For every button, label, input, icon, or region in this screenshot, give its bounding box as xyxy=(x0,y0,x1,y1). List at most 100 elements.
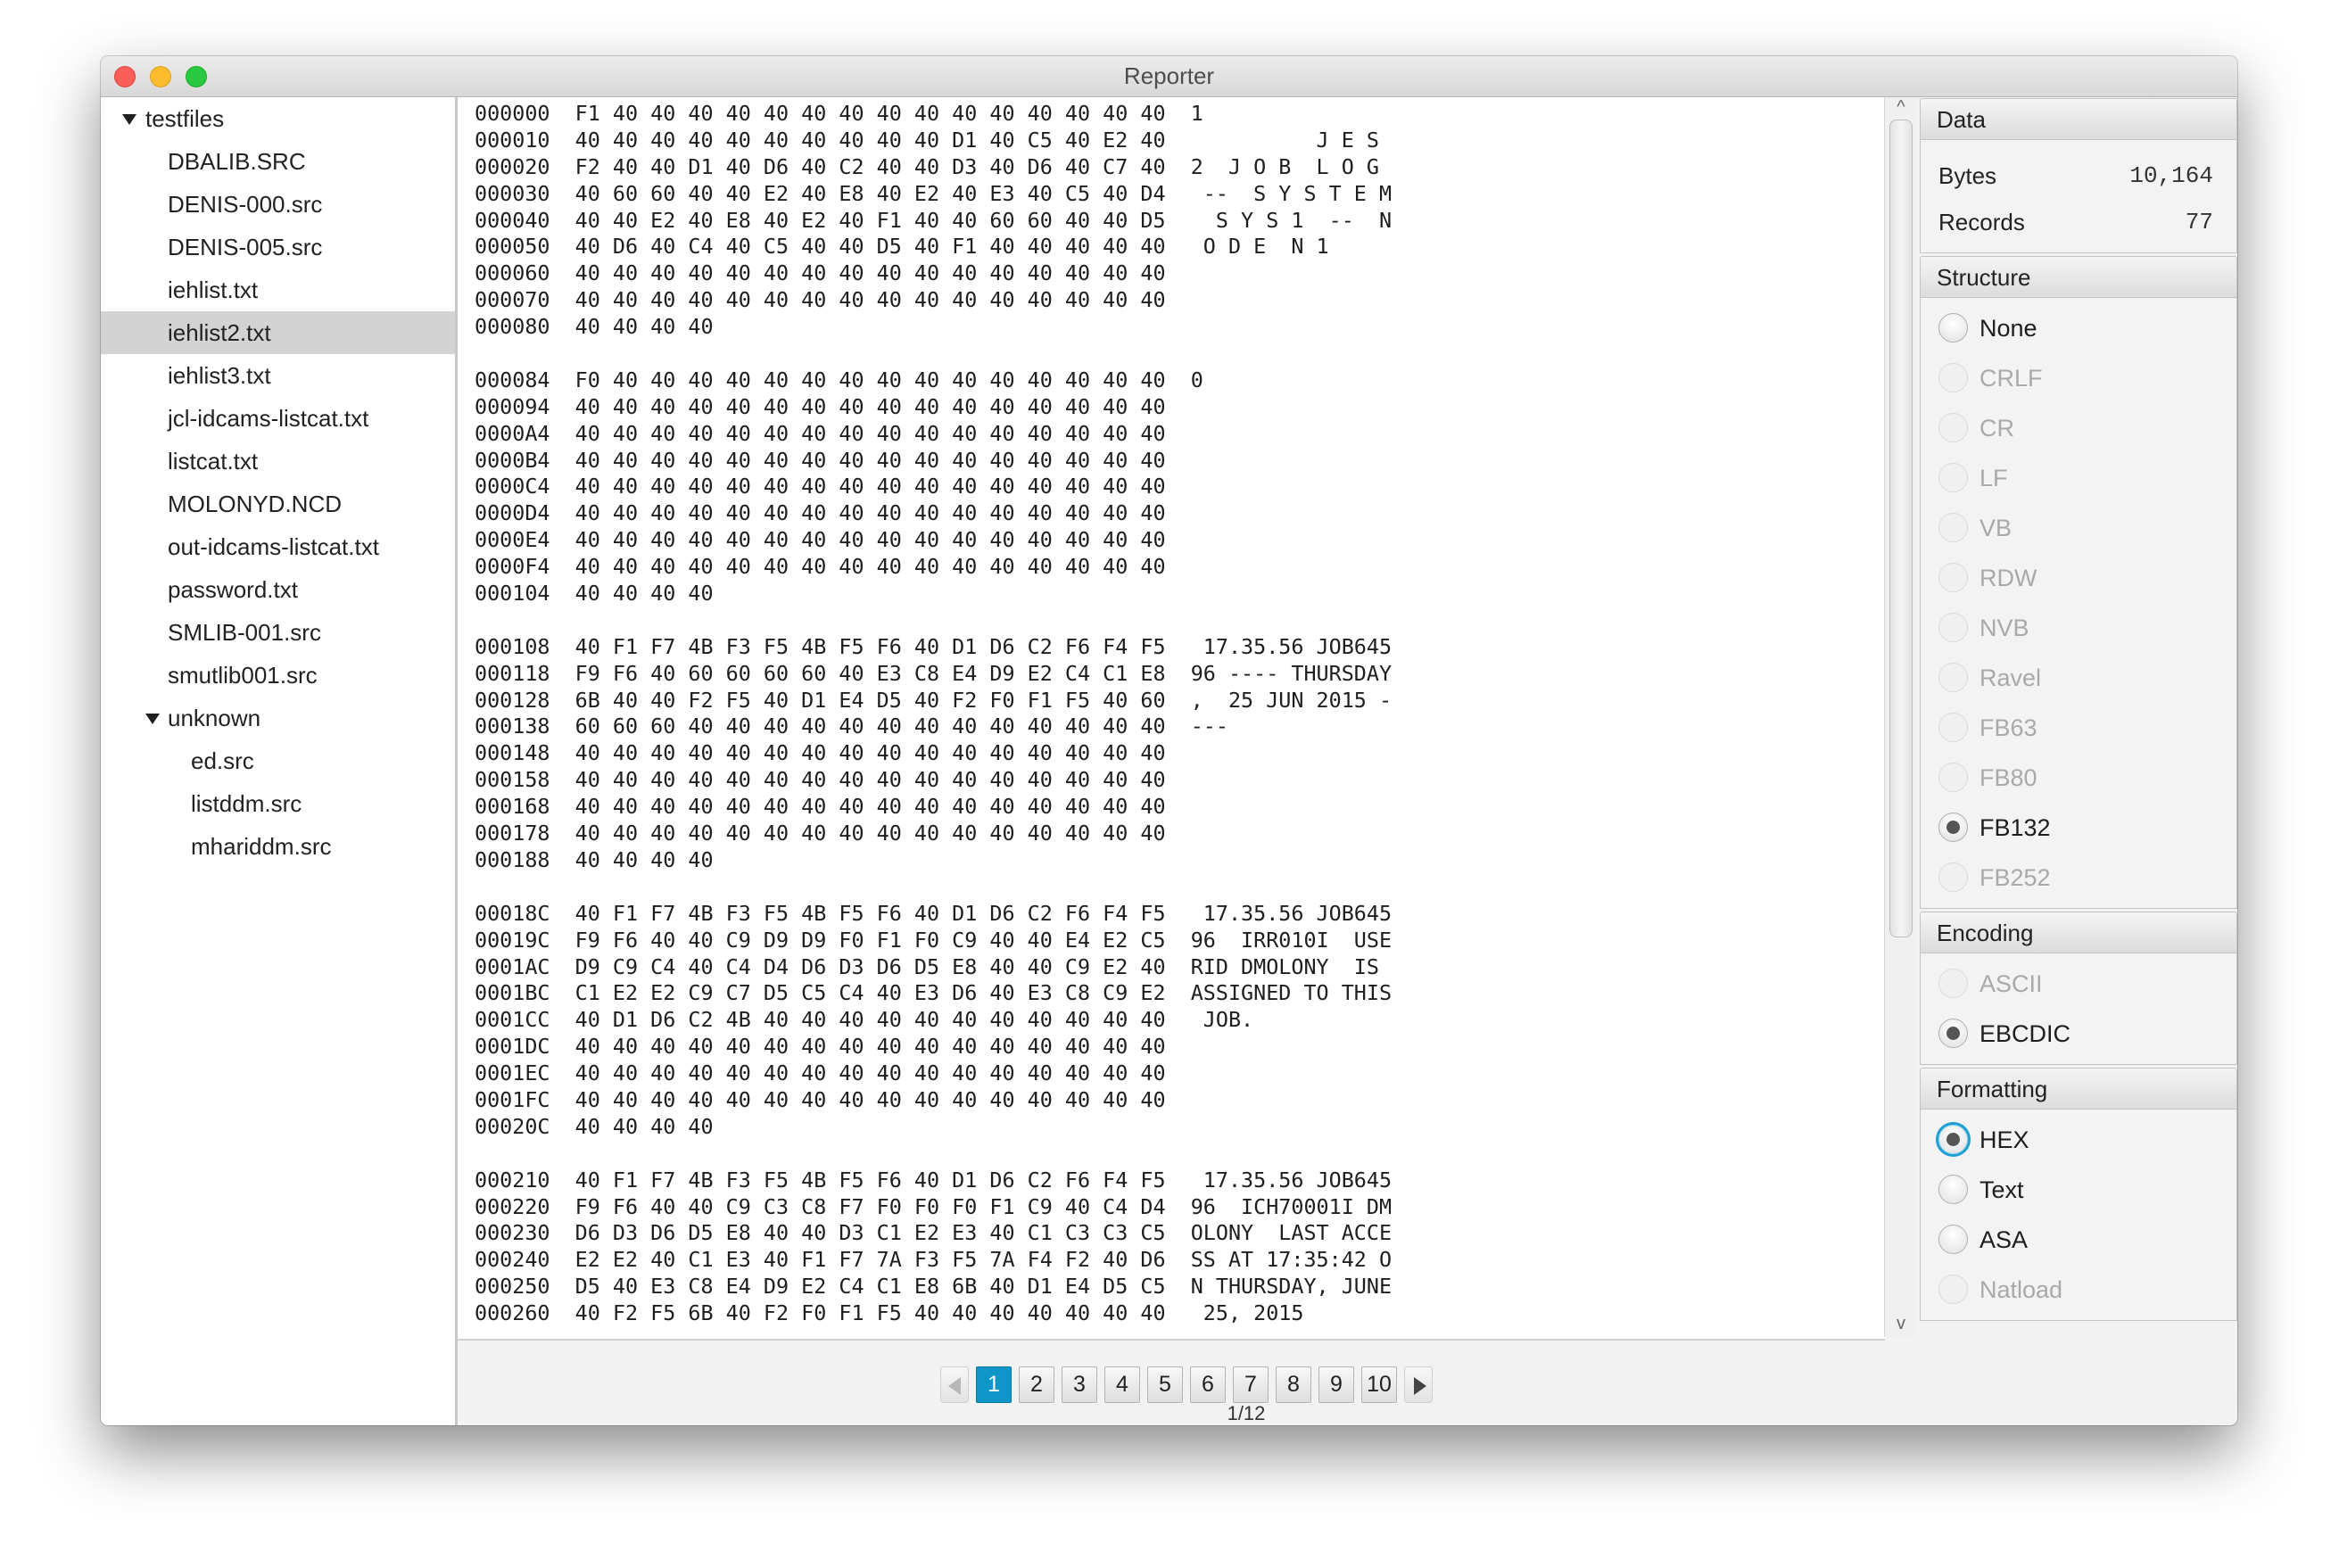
hex-bytes: 40 60 60 40 40 E2 40 E8 40 E2 40 E3 40 C… xyxy=(574,180,1166,206)
hex-bytes: F1 40 40 40 40 40 40 40 40 40 40 40 40 4… xyxy=(574,101,1166,126)
tree-item[interactable]: ed.src xyxy=(101,739,455,782)
hex-ascii: S Y S 1 -- N xyxy=(1190,207,1393,233)
formatting-option-text[interactable]: Text xyxy=(1921,1166,2236,1216)
page-button[interactable]: 8 xyxy=(1276,1366,1311,1403)
encoding-section-header[interactable]: Encoding xyxy=(1920,912,2237,953)
page-button[interactable]: 7 xyxy=(1233,1366,1269,1403)
structure-section-header[interactable]: Structure xyxy=(1920,256,2237,298)
scroll-thumb[interactable] xyxy=(1889,120,1913,937)
formatting-option-hex[interactable]: HEX xyxy=(1921,1116,2236,1166)
radio-button[interactable] xyxy=(1938,1175,1968,1204)
hex-line: 000158 40 40 40 40 40 40 40 40 40 40 40 … xyxy=(475,767,1392,794)
scroll-down-icon[interactable]: v xyxy=(1885,1314,1917,1333)
radio-label: FB63 xyxy=(1979,714,2037,741)
tree-item-label: listddm.src xyxy=(191,790,302,817)
options-panel: Data Bytes 10,164 Records 77 Structure N… xyxy=(1920,98,2237,1324)
hex-line: 000050 40 D6 40 C4 40 C5 40 40 D5 40 F1 … xyxy=(475,234,1392,260)
page-button[interactable]: 3 xyxy=(1062,1366,1097,1403)
tree-item[interactable]: listddm.src xyxy=(101,782,455,825)
page-button[interactable]: 4 xyxy=(1104,1366,1140,1403)
tree-folder[interactable]: unknown xyxy=(101,697,455,739)
vertical-scrollbar[interactable]: ^ v xyxy=(1884,97,1917,1337)
radio-button xyxy=(1938,413,1968,442)
hex-line: 000070 40 40 40 40 40 40 40 40 40 40 40 … xyxy=(475,287,1392,314)
hex-line: 0001CC 40 D1 D6 C2 4B 40 40 40 40 40 40 … xyxy=(475,1007,1392,1034)
tree-folder[interactable]: testfiles xyxy=(101,97,455,140)
hex-offset: 00019C xyxy=(475,927,550,953)
tree-item[interactable]: DBALIB.SRC xyxy=(101,140,455,183)
hex-offset: 0001DC xyxy=(475,1034,550,1060)
hex-line: 0001FC 40 40 40 40 40 40 40 40 40 40 40 … xyxy=(475,1087,1392,1114)
hex-offset: 000148 xyxy=(475,740,550,766)
tree-item[interactable]: smutlib001.src xyxy=(101,654,455,697)
scroll-up-icon[interactable]: ^ xyxy=(1885,97,1917,117)
hex-bytes: 40 40 E2 40 E8 40 E2 40 F1 40 40 60 60 4… xyxy=(574,207,1166,233)
radio-button[interactable] xyxy=(1938,813,1968,842)
page-button[interactable]: 6 xyxy=(1190,1366,1226,1403)
page-button[interactable]: 5 xyxy=(1147,1366,1183,1403)
radio-button[interactable] xyxy=(1938,313,1968,342)
hex-ascii: 96 ---- THURSDAY xyxy=(1190,660,1393,686)
disclosure-triangle-icon[interactable] xyxy=(145,714,160,724)
disclosure-triangle-icon[interactable] xyxy=(122,114,136,125)
formatting-section-header[interactable]: Formatting xyxy=(1920,1068,2237,1110)
hex-ascii: RID DMOLONY IS xyxy=(1190,953,1379,979)
page-button[interactable]: 2 xyxy=(1019,1366,1054,1403)
hex-offset: 000138 xyxy=(475,714,550,739)
hex-offset: 000108 xyxy=(475,633,550,659)
tree-item[interactable]: DENIS-005.src xyxy=(101,226,455,268)
hex-bytes: 40 40 40 40 40 40 40 40 40 40 40 40 40 4… xyxy=(574,1086,1166,1112)
structure-option-fb132[interactable]: FB132 xyxy=(1921,804,2236,854)
tree-item[interactable]: out-idcams-listcat.txt xyxy=(101,525,455,568)
tree-item[interactable]: DENIS-000.src xyxy=(101,183,455,226)
tree-item[interactable]: iehlist.txt xyxy=(101,268,455,311)
tree-item[interactable]: listcat.txt xyxy=(101,440,455,483)
tree-item[interactable]: password.txt xyxy=(101,568,455,611)
tree-item[interactable]: iehlist2.txt xyxy=(101,311,455,354)
radio-label: ASA xyxy=(1979,1226,2029,1253)
pagination: 1 2 3 4 5 6 7 8 9 10 xyxy=(940,1366,1440,1405)
radio-button[interactable] xyxy=(1938,1125,1968,1154)
hex-offset: 000070 xyxy=(475,287,550,313)
hex-line: 0001BC C1 E2 E2 C9 C7 D5 C5 C4 40 E3 D6 … xyxy=(475,980,1392,1007)
radio-button[interactable] xyxy=(1938,1019,1968,1048)
formatting-option-asa[interactable]: ASA xyxy=(1921,1216,2236,1266)
hex-bytes: 40 40 40 40 40 40 40 40 40 40 40 40 40 4… xyxy=(574,527,1166,553)
hex-line: 000230 D6 D3 D6 D5 E8 40 40 D3 C1 E2 E3 … xyxy=(475,1220,1392,1247)
page-button[interactable]: 10 xyxy=(1361,1366,1397,1403)
radio-button[interactable] xyxy=(1938,1225,1968,1254)
hex-bytes: 40 40 40 40 40 40 40 40 40 40 40 40 40 4… xyxy=(574,420,1166,446)
tree-item-label: DENIS-005.src xyxy=(168,234,323,260)
tree-item[interactable]: iehlist3.txt xyxy=(101,354,455,397)
encoding-option-ebcdic[interactable]: EBCDIC xyxy=(1921,1010,2236,1060)
tree-item[interactable]: jcl-idcams-listcat.txt xyxy=(101,397,455,440)
page-button[interactable]: 9 xyxy=(1318,1366,1354,1403)
data-section-header[interactable]: Data xyxy=(1920,98,2237,140)
structure-option-nvb: NVB xyxy=(1921,604,2236,654)
hex-bytes: 6B 40 40 F2 F5 40 D1 E4 D5 40 F2 F0 F1 F… xyxy=(574,687,1166,713)
hex-bytes: C1 E2 E2 C9 C7 D5 C5 C4 40 E3 D6 40 E3 C… xyxy=(574,980,1166,1006)
chevron-right-icon xyxy=(1414,1377,1426,1395)
radio-button xyxy=(1938,713,1968,742)
tree-item-label: unknown xyxy=(168,705,261,731)
hex-line: 00020C 40 40 40 40 xyxy=(475,1114,1392,1141)
previous-page-button[interactable] xyxy=(940,1366,969,1403)
hex-line: 000138 60 60 60 40 40 40 40 40 40 40 40 … xyxy=(475,714,1392,740)
next-page-button[interactable] xyxy=(1404,1366,1433,1403)
tree-item-label: jcl-idcams-listcat.txt xyxy=(168,405,369,432)
tree-item[interactable]: SMLIB-001.src xyxy=(101,611,455,654)
tree-item[interactable]: MOLONYD.NCD xyxy=(101,483,455,525)
page-button[interactable]: 1 xyxy=(976,1366,1012,1403)
structure-option-none[interactable]: None xyxy=(1921,304,2236,354)
hex-bytes: 60 60 60 40 40 40 40 40 40 40 40 40 40 4… xyxy=(574,714,1166,739)
tree-item[interactable]: mhariddm.src xyxy=(101,825,455,868)
formatting-section: HEX Text ASA Natload xyxy=(1920,1110,2237,1321)
tree-item-label: mhariddm.src xyxy=(191,833,332,860)
hex-ascii: 96 IRR010I USE xyxy=(1190,927,1393,953)
hex-line: 000188 40 40 40 40 xyxy=(475,847,1392,874)
structure-option-fb252: FB252 xyxy=(1921,854,2236,904)
data-section: Bytes 10,164 Records 77 xyxy=(1920,140,2237,253)
hex-dump: 000000 F1 40 40 40 40 40 40 40 40 40 40 … xyxy=(475,101,1392,1327)
radio-button xyxy=(1938,363,1968,392)
hex-offset: 0000F4 xyxy=(475,554,550,580)
